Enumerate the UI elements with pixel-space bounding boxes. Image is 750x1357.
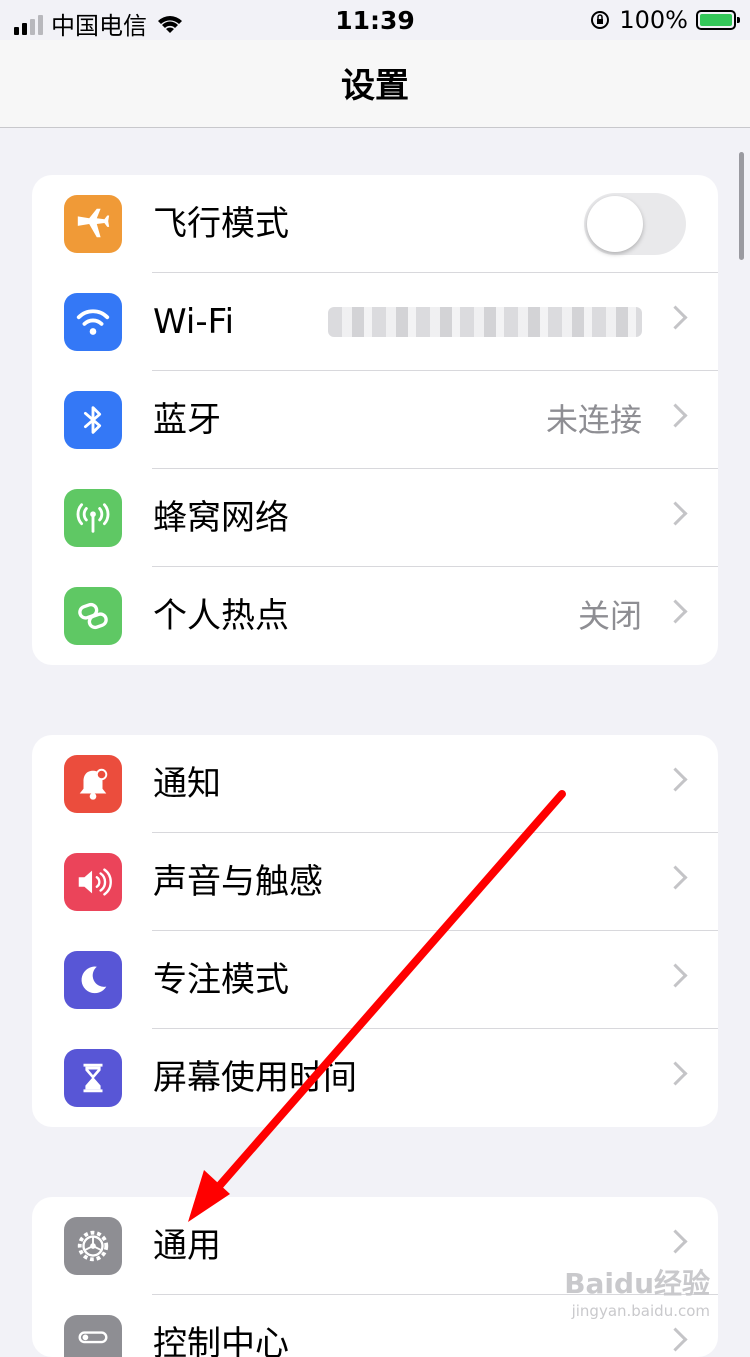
wifi-icon xyxy=(64,293,122,351)
row-label: 控制中心 xyxy=(153,1324,289,1357)
baidu-watermark: Baidu经验 jingyan.baidu.com xyxy=(564,1262,710,1320)
row-label: Wi-Fi xyxy=(153,302,235,342)
row-bluetooth[interactable]: 蓝牙 未连接 xyxy=(32,371,718,469)
wifi-network-name-redacted xyxy=(328,307,642,337)
row-label: 通知 xyxy=(153,764,221,804)
watermark-text: Baidu经验 xyxy=(564,1267,710,1300)
bell-icon xyxy=(64,755,122,813)
row-label: 通用 xyxy=(153,1226,221,1266)
chevron-right-icon xyxy=(663,865,688,890)
battery-percent: 100% xyxy=(619,6,688,34)
chevron-right-icon xyxy=(663,963,688,988)
airplane-mode-toggle[interactable] xyxy=(584,193,686,255)
chevron-right-icon xyxy=(663,599,688,624)
row-value: 未连接 xyxy=(545,401,642,439)
status-bar: 中国电信 11:39 100% xyxy=(0,0,750,40)
chevron-right-icon xyxy=(663,1229,688,1254)
moon-icon xyxy=(64,951,122,1009)
row-focus[interactable]: 专注模式 xyxy=(32,931,718,1029)
toggles-icon xyxy=(64,1315,122,1357)
row-screen-time[interactable]: 屏幕使用时间 xyxy=(32,1029,718,1127)
row-value: 关闭 xyxy=(577,597,642,635)
settings-group-connectivity: 飞行模式 Wi-Fi 蓝牙 未连接 蜂窝网络 个人热点 关闭 xyxy=(32,175,718,665)
row-cellular[interactable]: 蜂窝网络 xyxy=(32,469,718,567)
hotspot-icon xyxy=(64,587,122,645)
battery-charging-icon xyxy=(696,10,740,30)
chevron-right-icon xyxy=(663,305,688,330)
antenna-icon xyxy=(64,489,122,547)
row-sounds-haptics[interactable]: 声音与触感 xyxy=(32,833,718,931)
chevron-right-icon xyxy=(663,767,688,792)
settings-group-notifications: 通知 声音与触感 专注模式 屏幕使用时间 xyxy=(32,735,718,1127)
chevron-right-icon xyxy=(663,501,688,526)
row-label: 声音与触感 xyxy=(153,862,323,902)
row-personal-hotspot[interactable]: 个人热点 关闭 xyxy=(32,567,718,665)
chevron-right-icon xyxy=(663,1327,688,1352)
chevron-right-icon xyxy=(663,1061,688,1086)
row-airplane-mode[interactable]: 飞行模式 xyxy=(32,175,718,273)
watermark-subtext: jingyan.baidu.com xyxy=(571,1302,710,1320)
row-wifi[interactable]: Wi-Fi xyxy=(32,273,718,371)
row-label: 蓝牙 xyxy=(153,400,221,440)
row-label: 专注模式 xyxy=(153,960,289,1000)
scrollbar[interactable] xyxy=(739,152,744,260)
orientation-lock-icon xyxy=(591,11,610,29)
row-label: 蜂窝网络 xyxy=(153,498,289,538)
hourglass-icon xyxy=(64,1049,122,1107)
bluetooth-icon xyxy=(64,391,122,449)
chevron-right-icon xyxy=(663,403,688,428)
airplane-icon xyxy=(64,195,122,253)
status-right: 100% xyxy=(589,6,740,34)
row-label: 个人热点 xyxy=(153,596,289,636)
row-label: 屏幕使用时间 xyxy=(153,1058,357,1098)
page-title: 设置 xyxy=(341,66,409,106)
row-label: 飞行模式 xyxy=(153,204,289,244)
speaker-icon xyxy=(64,853,122,911)
row-notifications[interactable]: 通知 xyxy=(32,735,718,833)
gear-icon xyxy=(64,1217,122,1275)
navigation-bar: 设置 xyxy=(0,40,750,128)
